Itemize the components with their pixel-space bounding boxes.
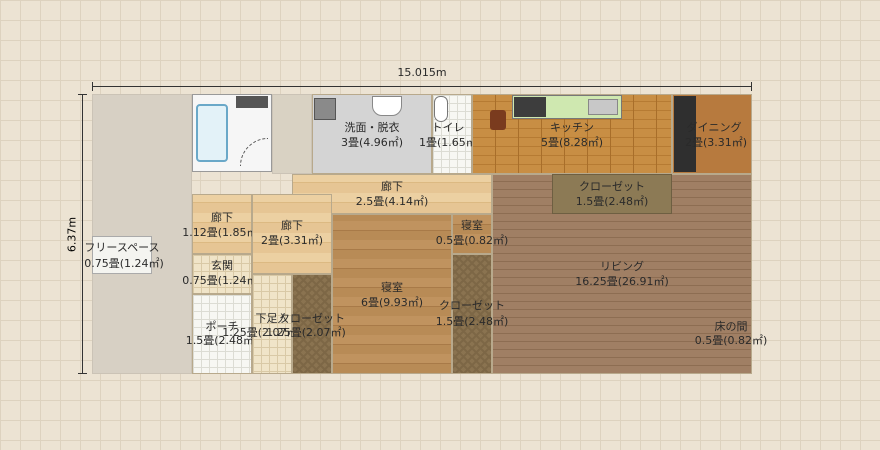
stove-icon: [514, 97, 546, 117]
sink-icon: [588, 99, 618, 115]
kitchen-area: 5畳(8.28㎡): [540, 136, 604, 149]
toilet-bowl-icon: [434, 96, 448, 122]
height-dimension-line: [82, 94, 83, 374]
entrance-area: 0.75畳(1.24㎡): [182, 274, 262, 287]
washing-machine-icon: [314, 98, 336, 120]
free-space-name: フリースペース: [84, 241, 160, 254]
bathtub-icon: [196, 104, 228, 162]
width-dimension-line: [92, 86, 752, 87]
hall-left-area: 1.12畳(1.85㎡): [182, 226, 262, 239]
height-dimension-tick-top: [78, 94, 87, 95]
closet-mid-name: クローゼット: [439, 299, 505, 312]
free-space-area-text: 0.75畳(1.24㎡): [84, 257, 164, 270]
closet-small-name: クローゼット: [279, 312, 345, 325]
wash-basin-icon: [372, 96, 402, 116]
closet-top-area: 1.5畳(2.48㎡): [575, 195, 649, 208]
closet-mid[interactable]: [452, 254, 492, 374]
hall-left-name: 廊下: [211, 211, 233, 224]
width-dimension-label: 15.015m: [397, 66, 447, 79]
height-dimension-tick-bottom: [78, 373, 87, 374]
closet-mid-area: 1.5畳(2.48㎡): [435, 315, 509, 328]
width-dimension-tick-left: [92, 82, 93, 91]
bedroom-name: 寝室: [381, 281, 403, 294]
tokonoma-name: 床の間: [714, 320, 748, 333]
entrance-name: 玄関: [211, 259, 233, 272]
trash-bin-icon: [490, 110, 506, 130]
tokonoma-area: 0.5畳(0.82㎡): [694, 334, 768, 347]
upper-corridor-gap: [272, 94, 312, 174]
shower-faucet-icon: [236, 96, 268, 108]
bedroom-area: 6畳(9.93㎡): [360, 296, 424, 309]
height-dimension-label: 6.37m: [65, 216, 79, 253]
washroom-name: 洗面・脱衣: [344, 121, 400, 134]
hall-top-area: 2.5畳(4.14㎡): [355, 195, 429, 208]
dining-area: 2畳(3.31㎡): [684, 136, 748, 149]
bedroom-small-name: 寝室: [461, 219, 483, 232]
free-space-area[interactable]: [92, 94, 192, 374]
living-name: リビング: [600, 260, 644, 273]
toilet-name: トイレ: [431, 121, 465, 134]
width-dimension-tick-right: [751, 82, 752, 91]
closet-top-name: クローゼット: [579, 180, 645, 193]
washroom-area: 3畳(4.96㎡): [340, 136, 404, 149]
living-area: 16.25畳(26.91㎡): [575, 275, 669, 288]
hall-mid-area: 2畳(3.31㎡): [260, 234, 324, 247]
kitchen-name: キッチン: [550, 121, 594, 134]
hall-mid-name: 廊下: [281, 219, 303, 232]
hall-top-name: 廊下: [381, 180, 403, 193]
bedroom-small-area: 0.5畳(0.82㎡): [435, 234, 509, 247]
dining-name: ダイニング: [686, 121, 742, 134]
closet-small-area: 1.25畳(2.07㎡): [266, 326, 346, 339]
